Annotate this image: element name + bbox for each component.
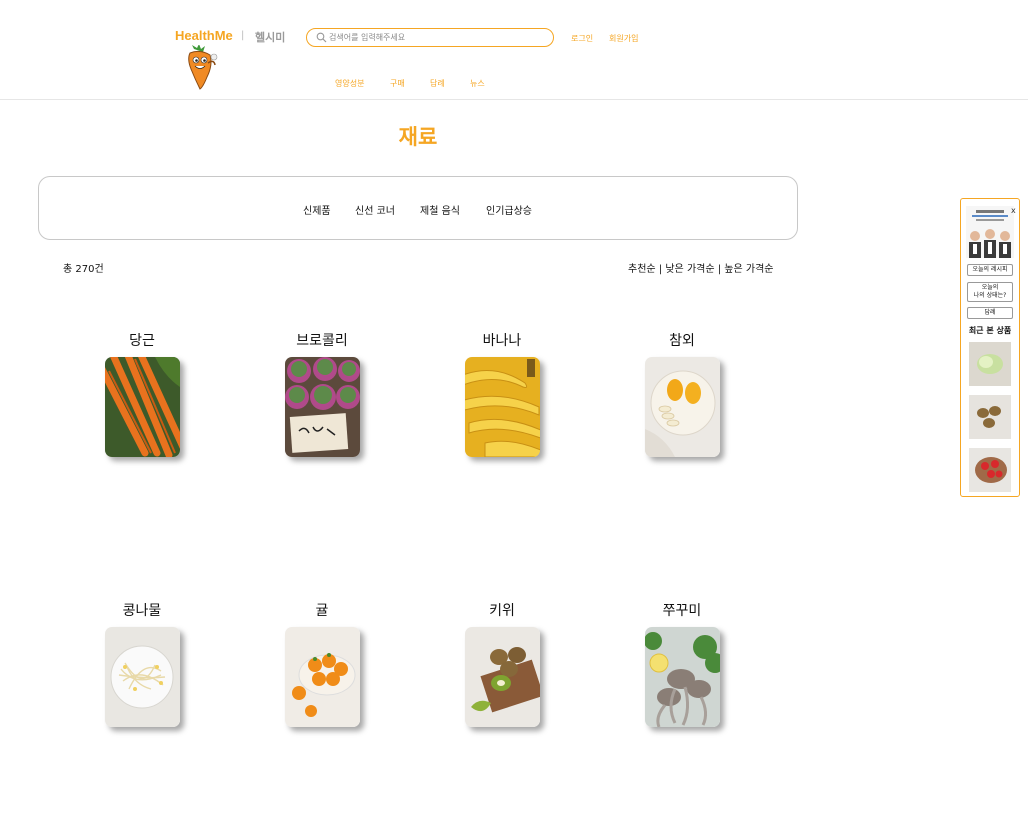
- sort-options: 추천순 | 낮은 가격순 | 높은 가격순: [628, 260, 773, 275]
- nav-gift[interactable]: 답례: [430, 78, 445, 89]
- product-card[interactable]: 당근: [82, 331, 202, 457]
- product-card[interactable]: 참외: [622, 331, 742, 457]
- product-name[interactable]: 바나나: [442, 331, 562, 351]
- product-name[interactable]: 키위: [442, 601, 562, 621]
- product-card[interactable]: 콩나물: [82, 601, 202, 727]
- sort-recommended[interactable]: 추천순: [628, 264, 656, 275]
- recent-products-title: 최근 본 상품: [968, 326, 1012, 335]
- search-input[interactable]: [329, 30, 544, 45]
- nav-purchase[interactable]: 구매: [390, 78, 405, 89]
- broccoli-image[interactable]: [285, 357, 360, 457]
- brand-name[interactable]: HealthMe: [175, 28, 233, 43]
- korean-melon-image[interactable]: [645, 357, 720, 457]
- brand-korean-name[interactable]: 헬시미: [255, 29, 285, 45]
- webfoot-octopus-image[interactable]: [645, 627, 720, 727]
- product-name[interactable]: 당근: [82, 331, 202, 351]
- tangerine-image[interactable]: [285, 627, 360, 727]
- product-name[interactable]: 콩나물: [82, 601, 202, 621]
- carrot-mascot-logo[interactable]: [180, 44, 220, 91]
- product-card[interactable]: 브로콜리: [262, 331, 382, 457]
- product-card[interactable]: 쭈꾸미: [622, 601, 742, 727]
- category-fresh[interactable]: 신선 코너: [355, 202, 395, 217]
- side-quick-menu: x 오늘의 레시피 오늘의 나의 상태는? 답례 최근 본 상품: [960, 198, 1020, 497]
- banner-ad[interactable]: [966, 206, 1014, 258]
- result-count: 총 270건: [63, 264, 104, 275]
- recent-product-thumbnail[interactable]: [969, 342, 1011, 386]
- sort-separator: |: [658, 264, 663, 275]
- gift-button[interactable]: 답례: [967, 307, 1013, 319]
- login-link[interactable]: 로그인: [571, 33, 593, 44]
- search-icon: [316, 32, 327, 43]
- sort-low-price[interactable]: 낮은 가격순: [665, 264, 714, 275]
- category-new[interactable]: 신제품: [303, 202, 331, 217]
- carrot-image[interactable]: [105, 357, 180, 457]
- nav-nutrition[interactable]: 영양성분: [335, 78, 364, 89]
- header: HealthMe | 헬시미 로그인 회원가입 영양성분 구매 답례 뉴스: [0, 0, 1028, 100]
- search-bar[interactable]: [306, 28, 554, 47]
- my-status-button[interactable]: 오늘의 나의 상태는?: [967, 282, 1013, 302]
- product-card[interactable]: 키위: [442, 601, 562, 727]
- recent-product-thumbnail[interactable]: [969, 448, 1011, 492]
- product-name[interactable]: 브로콜리: [262, 331, 382, 351]
- category-seasonal[interactable]: 제철 음식: [420, 202, 460, 217]
- product-name[interactable]: 참외: [622, 331, 742, 351]
- signup-link[interactable]: 회원가입: [609, 33, 638, 44]
- banana-image[interactable]: [465, 357, 540, 457]
- product-name[interactable]: 귤: [262, 601, 382, 621]
- sort-separator: |: [717, 264, 722, 275]
- todays-recipe-button[interactable]: 오늘의 레시피: [967, 264, 1013, 276]
- category-filter: 신제품 신선 코너 제철 음식 인기급상승: [38, 176, 798, 240]
- product-card[interactable]: 바나나: [442, 331, 562, 457]
- category-trending[interactable]: 인기급상승: [486, 202, 532, 217]
- sort-high-price[interactable]: 높은 가격순: [724, 264, 773, 275]
- recent-product-thumbnail[interactable]: [969, 395, 1011, 439]
- kiwi-image[interactable]: [465, 627, 540, 727]
- product-name[interactable]: 쭈꾸미: [622, 601, 742, 621]
- page-title: 재료: [398, 125, 438, 149]
- product-card[interactable]: 귤: [262, 601, 382, 727]
- brand-separator: |: [241, 30, 245, 41]
- close-icon[interactable]: x: [1011, 206, 1016, 215]
- nav-news[interactable]: 뉴스: [470, 78, 485, 89]
- bean-sprouts-image[interactable]: [105, 627, 180, 727]
